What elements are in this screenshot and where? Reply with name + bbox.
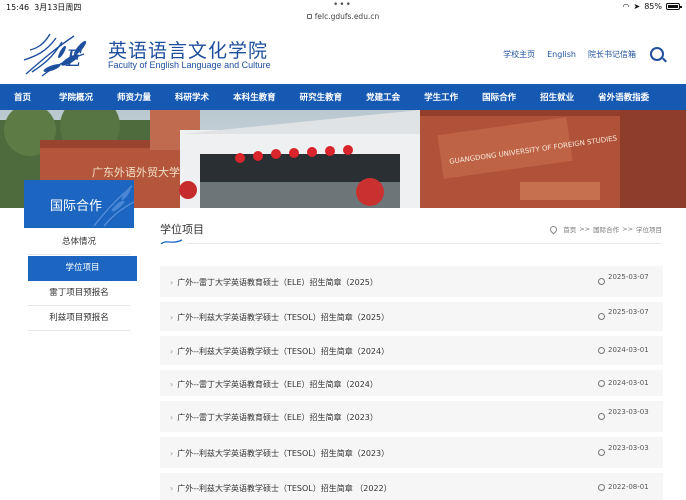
url-bar[interactable]: felc.gdufs.edu.cn	[0, 12, 686, 24]
nav-student-affairs[interactable]: 学生工作	[424, 91, 458, 103]
top-links: 学校主页 English 院长书记信箱	[503, 47, 664, 61]
breadcrumb-current: 学位项目	[636, 226, 662, 234]
breadcrumb-separator: >>	[579, 225, 591, 233]
breadcrumb-home[interactable]: 首页	[563, 224, 576, 234]
battery-percent: 85%	[644, 2, 662, 11]
list-item[interactable]: 广外--利兹大学英语教学硕士（TESOL）招生简章（2024） 2024-03-…	[160, 336, 663, 365]
breadcrumb: 首页 >> 国际合作 >> 学位项目	[548, 224, 662, 234]
clock-icon	[598, 449, 605, 456]
sidebar-item-overview[interactable]: 总体情况	[28, 230, 130, 255]
list-item[interactable]: 广外--利兹大学英语教学硕士（TESOL）招生简章 （2022） 2022-08…	[160, 473, 663, 500]
list-item[interactable]: 广外--雷丁大学英语教育硕士（ELE）招生简章（2025） 2025-03-07	[160, 266, 663, 297]
tab-dots-icon[interactable]: •••	[333, 0, 352, 10]
list-item-date: 2024-03-01	[608, 346, 649, 354]
svg-text:E: E	[65, 47, 82, 72]
nav-international[interactable]: 国际合作	[482, 91, 516, 103]
list-item-title[interactable]: 广外--雷丁大学英语教育硕士（ELE）招生简章（2024）	[170, 379, 378, 390]
list-item-title[interactable]: 广外--雷丁大学英语教育硕士（ELE）招生简章（2025）	[170, 277, 378, 288]
page-title: 学位项目	[160, 223, 204, 236]
location-pin-icon	[548, 224, 559, 234]
list-item-date: 2023-03-03	[608, 444, 649, 452]
list-item-title[interactable]: 广外--利兹大学英语教学硕士（TESOL）招生简章（2023）	[170, 448, 389, 459]
list-item-title[interactable]: 广外--雷丁大学英语教育硕士（ELE）招生简章（2023）	[170, 412, 378, 423]
nav-research[interactable]: 科研学术	[175, 91, 209, 103]
clock-icon	[598, 380, 605, 387]
faculty-name-en[interactable]: Faculty of English Language and Culture	[108, 60, 271, 70]
list-item[interactable]: 广外--雷丁大学英语教育硕士（ELE）招生简章（2024） 2024-03-01	[160, 370, 663, 396]
list-item-date: 2023-03-03	[608, 408, 649, 416]
banner-wall-text: 广东外语外贸大学	[92, 165, 180, 179]
clock-icon	[598, 413, 605, 420]
nav-party-union[interactable]: 党建工会	[366, 91, 400, 103]
lock-icon	[306, 14, 312, 19]
nav-provincial-committee[interactable]: 省外语教指委	[598, 91, 649, 103]
list-item-title[interactable]: 广外--利兹大学英语教学硕士（TESOL）招生简章（2025）	[170, 312, 389, 323]
sidebar-item-reading-preregistration[interactable]: 雷丁项目预报名	[28, 281, 130, 306]
battery-icon	[666, 3, 682, 10]
title-underline-icon	[160, 239, 183, 245]
list-item-date: 2025-03-07	[608, 273, 649, 281]
list-item[interactable]: 广外--雷丁大学英语教育硕士（ELE）招生简章（2023） 2023-03-03	[160, 401, 663, 432]
title-divider	[186, 243, 662, 244]
sidebar-heading: 国际合作	[24, 180, 134, 228]
nav-undergraduate[interactable]: 本科生教育	[233, 91, 276, 103]
nav-admissions[interactable]: 招生就业	[540, 91, 574, 103]
link-school-home[interactable]: 学校主页	[503, 49, 535, 60]
list-item[interactable]: 广外--利兹大学英语教学硕士（TESOL）招生简章（2023） 2023-03-…	[160, 437, 663, 468]
nav-graduate[interactable]: 研究生教育	[300, 91, 343, 103]
clock-icon	[598, 347, 605, 354]
list-item-title[interactable]: 广外--利兹大学英语教学硕士（TESOL）招生简章（2024）	[170, 346, 389, 357]
list-item[interactable]: 广外--利兹大学英语教学硕士（TESOL）招生简章（2025） 2025-03-…	[160, 302, 663, 331]
nav-home[interactable]: 首页	[14, 91, 31, 103]
sidebar-item-degree-programs[interactable]: 学位项目	[28, 256, 137, 281]
url-text: felc.gdufs.edu.cn	[314, 12, 380, 21]
list-item-date: 2022-08-01	[608, 483, 649, 491]
list-item-date: 2025-03-07	[608, 308, 649, 316]
program-list: 广外--雷丁大学英语教育硕士（ELE）招生简章（2025） 2025-03-07…	[160, 266, 663, 500]
sidebar-menu: 总体情况 学位项目 雷丁项目预报名 利兹项目预报名	[24, 230, 137, 331]
site-header: E 英语语言文化学院 Faculty of English Language a…	[0, 24, 686, 84]
faculty-logo-icon[interactable]: E	[22, 30, 102, 80]
list-item-title[interactable]: 广外--利兹大学英语教学硕士（TESOL）招生简章 （2022）	[170, 483, 391, 494]
list-item-date: 2024-03-01	[608, 379, 649, 387]
breadcrumb-international[interactable]: 国际合作	[593, 224, 619, 234]
clock-icon	[598, 313, 605, 320]
main-nav: 首页 学院概况 师资力量 科研学术 本科生教育 研究生教育 党建工会 学生工作 …	[0, 84, 686, 110]
breadcrumb-separator: >>	[622, 225, 633, 233]
faculty-name-cn[interactable]: 英语语言文化学院	[108, 36, 268, 63]
clock-icon	[598, 484, 605, 491]
nav-about[interactable]: 学院概况	[59, 91, 93, 103]
search-icon[interactable]	[650, 47, 664, 61]
clock-icon	[598, 278, 605, 285]
link-english[interactable]: English	[547, 50, 576, 59]
link-dean-mailbox[interactable]: 院长书记信箱	[588, 49, 636, 60]
location-icon: ➤	[633, 2, 641, 11]
status-right: ◠ ➤ 85%	[622, 2, 682, 11]
sidebar-item-leeds-preregistration[interactable]: 利兹项目预报名	[28, 306, 130, 331]
leaf-decoration-icon	[93, 185, 134, 227]
nav-faculty[interactable]: 师资力量	[117, 91, 151, 103]
wifi-icon: ◠	[622, 2, 630, 11]
